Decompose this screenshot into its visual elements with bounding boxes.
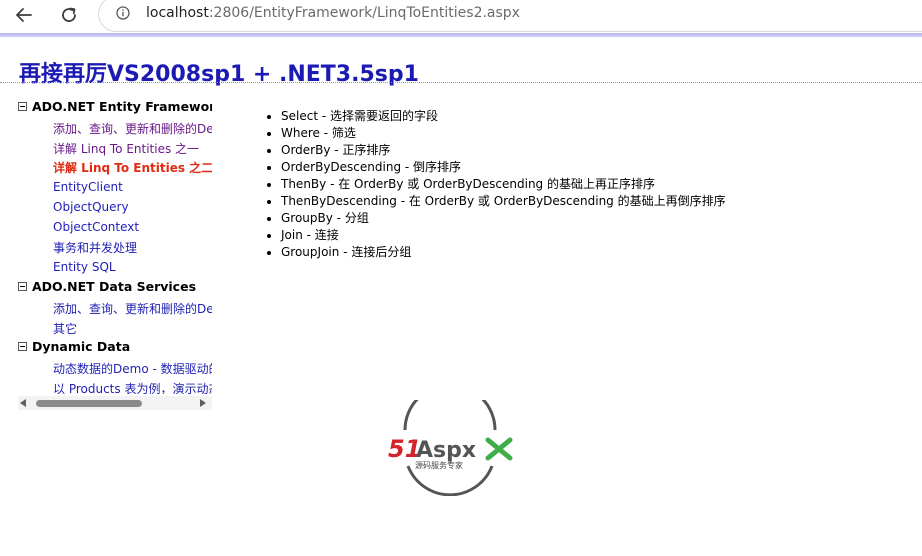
title-divider — [0, 82, 922, 83]
list-item: ThenByDescending - 在 OrderBy 或 OrderByDe… — [281, 193, 726, 210]
tree-group-label: ADO.NET Data Services — [32, 279, 197, 294]
tree-group-label: ADO.NET Entity Framework — [32, 99, 212, 114]
list-item: Join - 连接 — [281, 227, 726, 244]
info-icon[interactable] — [116, 6, 130, 20]
list-item: OrderBy - 正序排序 — [281, 142, 726, 159]
tree-item-ef-crud-demo[interactable]: 添加、查询、更新和删除的De — [53, 120, 212, 137]
scrollbar-thumb[interactable] — [36, 400, 142, 407]
list-item: OrderByDescending - 倒序排序 — [281, 159, 726, 176]
tree-group-entity-framework[interactable]: ADO.NET Entity Framework — [18, 99, 212, 114]
tree-item-dd-demo[interactable]: 动态数据的Demo - 数据驱动的 — [53, 360, 212, 377]
operator-list: Select - 选择需要返回的字段 Where - 筛选 OrderBy - … — [264, 108, 726, 261]
collapse-icon[interactable] — [18, 282, 27, 291]
tree-item-linq-to-entities-1[interactable]: 详解 Linq To Entities 之一 — [53, 140, 199, 157]
list-item: GroupJoin - 连接后分组 — [281, 244, 726, 261]
reload-icon — [62, 7, 76, 22]
tree-item-linq-to-entities-2[interactable]: 详解 Linq To Entities 之二 — [53, 159, 212, 176]
browser-toolbar: localhost:2806/EntityFramework/LinqToEnt… — [0, 0, 922, 33]
collapse-icon[interactable] — [18, 342, 27, 351]
tree-item-dd-products[interactable]: 以 Products 表为例，演示动态 — [53, 380, 212, 394]
tree-item-transactions[interactable]: 事务和并发处理 — [53, 239, 137, 256]
tree-item-entity-sql[interactable]: Entity SQL — [53, 260, 116, 274]
list-item: Select - 选择需要返回的字段 — [281, 108, 726, 125]
reload-button[interactable] — [55, 2, 83, 28]
back-button[interactable] — [10, 2, 38, 28]
collapse-icon[interactable] — [18, 102, 27, 111]
url-path: :2806/EntityFramework/LinqToEntities2.as… — [208, 5, 520, 21]
tree-item-ds-other[interactable]: 其它 — [53, 320, 77, 337]
tree-item-objectcontext[interactable]: ObjectContext — [53, 220, 139, 234]
tree-group-dynamic-data[interactable]: Dynamic Data — [18, 339, 130, 354]
51aspx-logo: 51 Aspx 源码服务专家 — [388, 400, 513, 496]
tree-item-ds-crud-demo[interactable]: 添加、查询、更新和删除的De — [53, 300, 212, 317]
page-accent-bar — [0, 33, 922, 37]
url-host: localhost — [146, 5, 209, 21]
tree-item-entityclient[interactable]: EntityClient — [53, 180, 123, 194]
scroll-right-icon[interactable] — [200, 399, 206, 407]
tree-horizontal-scrollbar[interactable] — [18, 396, 212, 410]
logo-tagline: 源码服务专家 — [415, 460, 463, 470]
tree-view: ADO.NET Entity Framework 添加、查询、更新和删除的De … — [18, 96, 212, 394]
list-item: GroupBy - 分组 — [281, 210, 726, 227]
url-text[interactable]: localhost:2806/EntityFramework/LinqToEnt… — [146, 5, 520, 21]
logo-aspx: Aspx — [416, 438, 476, 463]
tree-group-label: Dynamic Data — [32, 339, 131, 354]
list-item: ThenBy - 在 OrderBy 或 OrderByDescending 的… — [281, 176, 726, 193]
tree-item-objectquery[interactable]: ObjectQuery — [53, 200, 129, 214]
list-item: Where - 筛选 — [281, 125, 726, 142]
scroll-left-icon[interactable] — [20, 399, 26, 407]
arrow-left-icon — [16, 8, 32, 22]
tree-group-data-services[interactable]: ADO.NET Data Services — [18, 279, 196, 294]
page-title: 再接再厉VS2008sp1 + .NET3.5sp1 — [19, 62, 419, 87]
